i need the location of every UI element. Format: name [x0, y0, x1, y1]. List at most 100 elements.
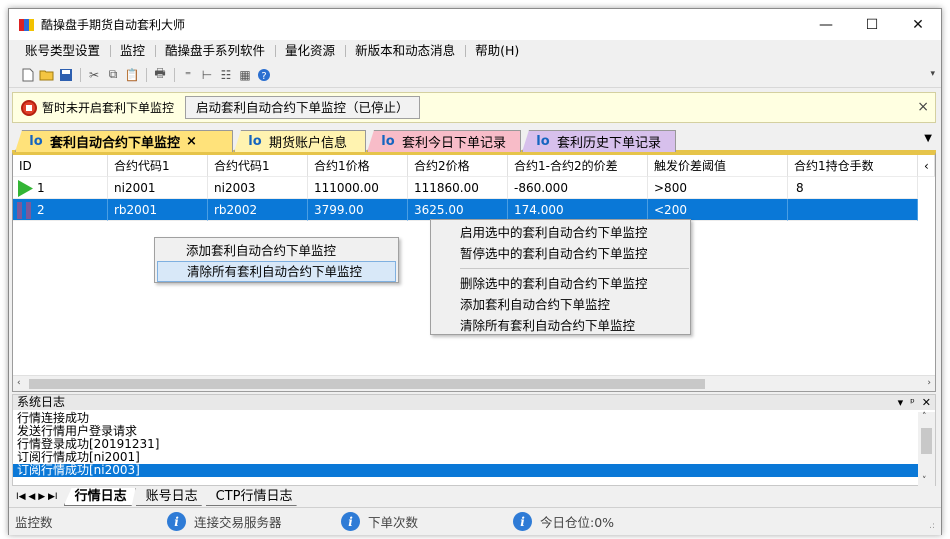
help-icon[interactable]: ?: [255, 66, 273, 84]
tab-today-icon: lo: [381, 133, 395, 149]
log-line: 行情登录成功[20191231]: [17, 437, 160, 451]
list-icon[interactable]: ☷: [217, 66, 235, 84]
cell-contract1: rb2001: [108, 199, 208, 221]
status-order-count: i 下单次数: [341, 511, 513, 533]
tab-label: 套利自动合约下单监控: [50, 136, 181, 151]
scroll-left-icon[interactable]: ‹: [17, 378, 21, 388]
column-header[interactable]: 合约1持仓手数: [788, 155, 918, 177]
tab-history-icon: lo: [536, 133, 550, 149]
resize-grip-icon[interactable]: .:: [929, 521, 935, 531]
table-row[interactable]: 1 ni2001 ni2003 111000.00 111860.00 -860…: [13, 177, 935, 199]
cell-price1: 3799.00: [308, 199, 408, 221]
log-header: 系统日志 ▾ ᵖ ✕: [13, 395, 935, 410]
log-panel-controls[interactable]: ▾ ᵖ ✕: [898, 395, 931, 410]
info-icon: i: [167, 512, 186, 531]
row-id-cell: 1: [13, 177, 108, 199]
cell-price2: 3625.00: [408, 199, 508, 221]
menu-monitor[interactable]: 监控: [110, 40, 155, 62]
print-icon[interactable]: 🖶: [151, 66, 169, 84]
tab-ctp-market-log[interactable]: CTP行情日志: [206, 488, 301, 506]
status-label: 连接交易服务器: [194, 515, 282, 530]
context-menu-large: 启用选中的套利自动合约下单监控 暂停选中的套利自动合约下单监控 删除选中的套利自…: [430, 219, 691, 335]
tab-today-orders[interactable]: lo 套利今日下单记录: [367, 130, 521, 152]
row-id-cell: 2: [13, 199, 108, 221]
tabs-dropdown-icon[interactable]: ▼: [924, 133, 932, 144]
grid-header: ID 合约代码1 合约代码1 合约1价格 合约2价格 合约1-合约2的价差 触发…: [13, 155, 935, 177]
column-header[interactable]: 合约1价格: [308, 155, 408, 177]
main-window: 酷操盘手期货自动套利大师 — ☐ ✕ 账号类型设置 监控 酷操盘手系列软件 量化…: [8, 8, 942, 535]
column-header[interactable]: ID: [13, 155, 108, 177]
scroll-up-icon[interactable]: ˄: [922, 412, 927, 422]
log-vertical-scrollbar[interactable]: ˄ ˅: [918, 412, 935, 486]
tab-close-icon[interactable]: ×: [186, 134, 197, 149]
new-file-icon[interactable]: [19, 66, 37, 84]
menu-item-delete-selected[interactable]: 删除选中的套利自动合约下单监控: [431, 273, 690, 294]
notice-close-icon[interactable]: ×: [917, 99, 929, 115]
align-icon[interactable]: ⁼: [179, 66, 197, 84]
start-monitor-button[interactable]: 启动套利自动合约下单监控（已停止）: [185, 96, 420, 119]
cell-price1: 111000.00: [308, 177, 408, 199]
cell-contract2: rb2002: [208, 199, 308, 221]
cell-spread: -860.000: [508, 177, 648, 199]
log-tabs: I◀ ◀ ▶ ▶I 行情日志 账号日志 CTP行情日志: [12, 487, 936, 507]
tab-account-log[interactable]: 账号日志: [136, 488, 206, 506]
paused-status-icon: [17, 202, 31, 219]
tab-arbitrage-monitor[interactable]: lo 套利自动合约下单监控 ×: [15, 130, 233, 152]
toolbar-overflow-icon[interactable]: ▾: [930, 69, 935, 79]
log-line: 订阅行情成功[ni2001]: [17, 450, 140, 464]
cell-position: [788, 199, 918, 221]
table-icon[interactable]: ▦: [236, 66, 254, 84]
close-button[interactable]: ✕: [895, 9, 941, 40]
log-tab-nav-icons[interactable]: I◀ ◀ ▶ ▶I: [16, 492, 58, 502]
column-header[interactable]: 合约代码1: [108, 155, 208, 177]
minimize-button[interactable]: —: [803, 9, 849, 40]
menu-quant-resources[interactable]: 量化资源: [275, 40, 345, 62]
main-tabs: lo 套利自动合约下单监控 × lo 期货账户信息 lo 套利今日下单记录 lo…: [12, 130, 936, 152]
tab-label: 期货账户信息: [269, 136, 348, 151]
menu-item-clear-all[interactable]: 清除所有套利自动合约下单监控: [157, 261, 396, 282]
copy-icon[interactable]: ⧉: [104, 66, 122, 84]
column-header[interactable]: 合约代码1: [208, 155, 308, 177]
cell-spread: 174.000: [508, 199, 648, 221]
open-folder-icon[interactable]: [38, 66, 56, 84]
menu-item-clear-all[interactable]: 清除所有套利自动合约下单监控: [431, 315, 690, 336]
scroll-down-icon[interactable]: ˅: [922, 476, 927, 486]
paste-icon[interactable]: 📋: [123, 66, 141, 84]
tab-market-log[interactable]: 行情日志: [64, 488, 136, 506]
tab-label: 套利今日下单记录: [402, 136, 507, 151]
tab-account-info[interactable]: lo 期货账户信息: [234, 130, 366, 152]
save-icon[interactable]: [57, 66, 75, 84]
tab-account-icon: lo: [248, 133, 262, 149]
grid-horizontal-scrollbar[interactable]: ‹ ›: [13, 375, 935, 391]
menu-separator: [460, 268, 689, 269]
menu-item-add-monitor[interactable]: 添加套利自动合约下单监控: [157, 240, 396, 261]
cell-trigger: >800: [648, 177, 788, 199]
cut-icon[interactable]: ✂: [85, 66, 103, 84]
column-header-overflow[interactable]: ‹: [918, 155, 935, 177]
cell-price2: 111860.00: [408, 177, 508, 199]
menu-item-add-monitor[interactable]: 添加套利自动合约下单监控: [431, 294, 690, 315]
menu-software-series[interactable]: 酷操盘手系列软件: [155, 40, 275, 62]
tab-history-orders[interactable]: lo 套利历史下单记录: [522, 130, 676, 152]
title-bar: 酷操盘手期货自动套利大师 — ☐ ✕: [9, 9, 941, 40]
menu-item-pause-selected[interactable]: 暂停选中的套利自动合约下单监控: [431, 243, 690, 264]
svg-text:?: ?: [261, 71, 266, 82]
menu-help[interactable]: 帮助(H): [465, 40, 529, 62]
column-header[interactable]: 合约2价格: [408, 155, 508, 177]
maximize-button[interactable]: ☐: [849, 9, 895, 40]
scroll-thumb[interactable]: [921, 428, 932, 454]
status-trade-server: i 连接交易服务器: [167, 511, 341, 533]
table-row-selected[interactable]: 2 rb2001 rb2002 3799.00 3625.00 174.000 …: [13, 199, 935, 221]
menu-account-type[interactable]: 账号类型设置: [15, 40, 110, 62]
scroll-thumb[interactable]: [29, 379, 705, 389]
window-title: 酷操盘手期货自动套利大师: [41, 18, 186, 32]
column-header[interactable]: 触发价差阈值: [648, 155, 788, 177]
tree-icon[interactable]: ⊢: [198, 66, 216, 84]
log-title: 系统日志: [17, 395, 66, 409]
menu-item-enable-selected[interactable]: 启用选中的套利自动合约下单监控: [431, 222, 690, 243]
column-header[interactable]: 合约1-合约2的价差: [508, 155, 648, 177]
monitor-status-text: 暂时未开启套利下单监控: [42, 101, 175, 115]
menu-news[interactable]: 新版本和动态消息: [345, 40, 465, 62]
log-line-selected[interactable]: 订阅行情成功[ni2003]: [13, 464, 919, 477]
scroll-right-icon[interactable]: ›: [927, 378, 931, 388]
